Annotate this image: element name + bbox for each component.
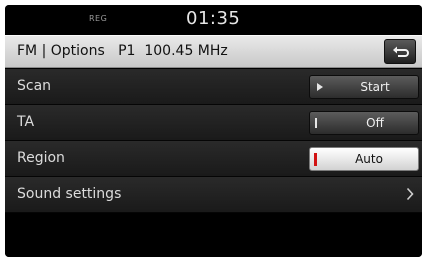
button-label: Auto: [355, 152, 383, 166]
options-list: Scan Start TA Off Region Auto Sound sett…: [5, 69, 422, 213]
option-row-region: Region Auto: [5, 141, 422, 177]
ta-toggle-button[interactable]: Off: [309, 111, 419, 135]
region-button[interactable]: Auto: [309, 147, 419, 171]
title-bar: FM | Options P1 100.45 MHz: [5, 35, 422, 68]
back-arrow-icon: [393, 46, 409, 57]
option-label: TA: [17, 114, 35, 130]
empty-area: [5, 214, 422, 257]
option-label: Scan: [17, 78, 52, 94]
indicator-bar-icon: [315, 118, 317, 128]
back-button[interactable]: [384, 39, 416, 64]
option-label: Region: [17, 150, 65, 166]
chevron-right-icon: [406, 187, 414, 201]
option-row-scan: Scan Start: [5, 69, 422, 105]
scan-start-button[interactable]: Start: [309, 75, 419, 99]
button-label: Start: [360, 80, 390, 94]
page-title: FM | Options P1 100.45 MHz: [17, 43, 228, 59]
screen: REG 01:35 FM | Options P1 100.45 MHz Sca…: [5, 5, 422, 257]
clock: 01:35: [186, 8, 241, 29]
button-label: Off: [366, 116, 384, 130]
active-indicator-icon: [314, 153, 317, 166]
reg-indicator: REG: [89, 14, 108, 23]
option-row-ta: TA Off: [5, 105, 422, 141]
option-label: Sound settings: [17, 186, 122, 202]
status-bar: REG 01:35: [5, 5, 422, 35]
play-icon: [317, 83, 323, 91]
option-row-sound-settings[interactable]: Sound settings: [5, 177, 422, 213]
